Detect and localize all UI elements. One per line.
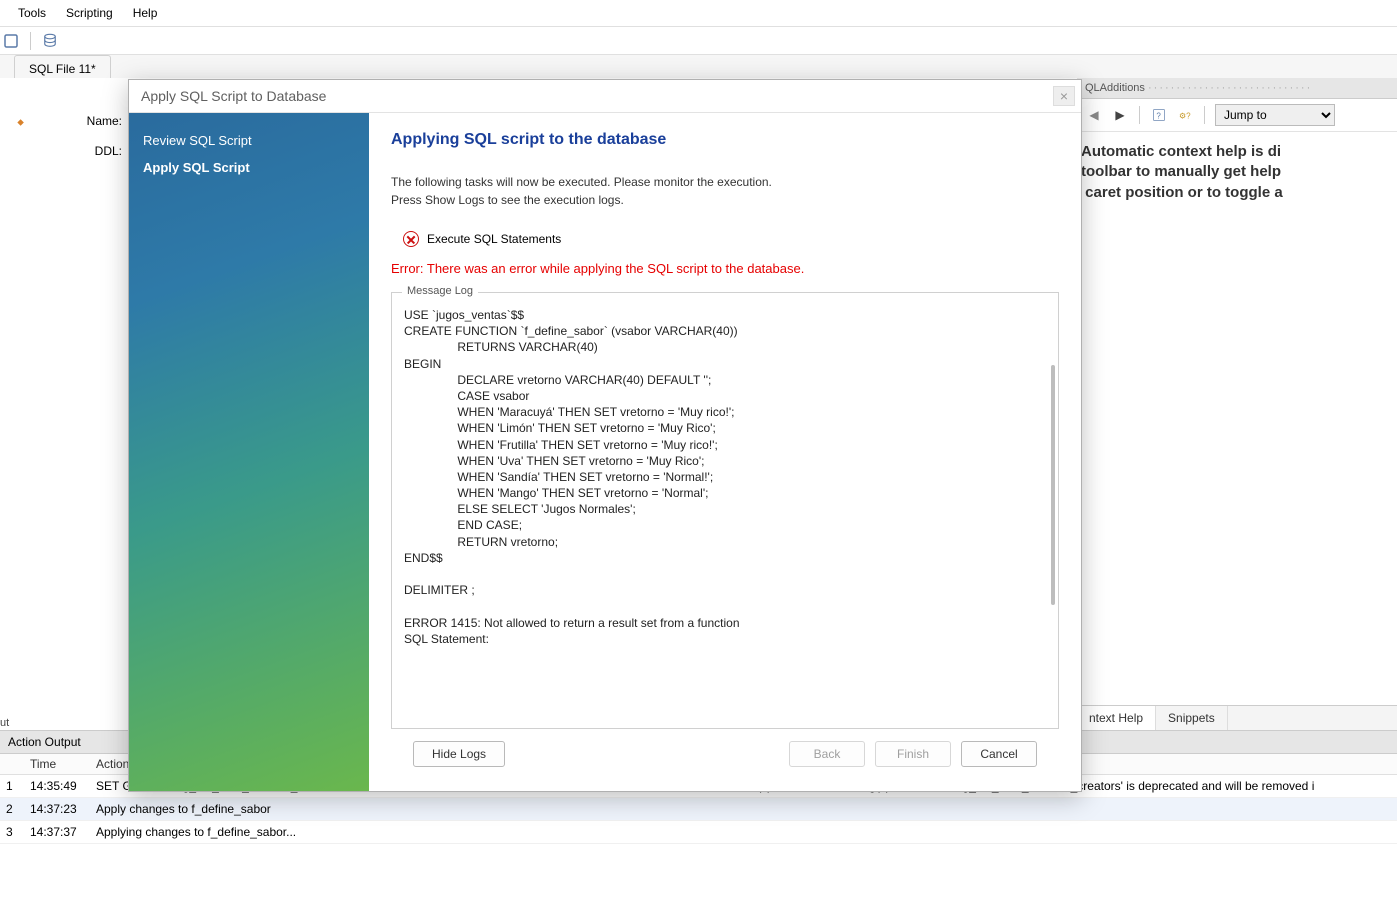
table-row[interactable]: 2 14:37:23 Apply changes to f_define_sab… xyxy=(0,798,1397,821)
dialog-sidebar: Review SQL Script Apply SQL Script xyxy=(129,113,369,791)
apply-sql-dialog: Apply SQL Script to Database × Review SQ… xyxy=(128,79,1082,792)
step-review[interactable]: Review SQL Script xyxy=(143,127,355,154)
dialog-heading: Applying SQL script to the database xyxy=(391,131,1059,149)
step-apply[interactable]: Apply SQL Script xyxy=(143,154,355,181)
nav-fwd-icon[interactable]: ▶ xyxy=(1111,106,1129,124)
col-idx xyxy=(0,754,24,775)
help-icon[interactable]: ? xyxy=(1150,106,1168,124)
svg-text:?: ? xyxy=(1156,111,1161,120)
dialog-main: Applying SQL script to the database The … xyxy=(369,113,1081,791)
execute-statements-row: Execute SQL Statements xyxy=(403,231,1059,247)
tab-context-help[interactable]: ntext Help xyxy=(1077,706,1156,730)
menu-help[interactable]: Help xyxy=(133,6,158,20)
dialog-title: Apply SQL Script to Database × xyxy=(129,80,1081,113)
db-icon[interactable] xyxy=(39,30,61,52)
table-row[interactable]: 3 14:37:37 Applying changes to f_define_… xyxy=(0,821,1397,844)
svg-text:⚙?: ⚙? xyxy=(1179,111,1191,120)
menu-scripting[interactable]: Scripting xyxy=(66,6,113,20)
error-message: Error: There was an error while applying… xyxy=(391,261,1059,276)
right-panel-tabs: ntext Help Snippets xyxy=(1077,705,1397,730)
dialog-footer: Hide Logs Back Finish Cancel xyxy=(391,729,1059,781)
menubar: Tools Scripting Help xyxy=(0,0,1397,27)
message-log-label: Message Log xyxy=(402,285,478,297)
right-panel-toolbar: ◀ ▶ ? ⚙? Jump to xyxy=(1077,99,1397,132)
hide-logs-button[interactable]: Hide Logs xyxy=(413,741,505,767)
message-log-box: Message Log USE `jugos_ventas`$$ CREATE … xyxy=(391,292,1059,729)
right-panel-title: QLAdditions ····························… xyxy=(1077,78,1397,99)
menu-tools[interactable]: Tools xyxy=(18,6,46,20)
col-time: Time xyxy=(24,754,90,775)
message-log-content[interactable]: USE `jugos_ventas`$$ CREATE FUNCTION `f_… xyxy=(392,293,1058,728)
partial-text-ut: ut xyxy=(0,717,9,729)
wrench-icon xyxy=(0,116,26,142)
error-icon xyxy=(403,231,419,247)
right-panel: QLAdditions ····························… xyxy=(1077,78,1397,730)
cancel-button[interactable]: Cancel xyxy=(961,741,1037,767)
label-ddl: DDL: xyxy=(50,144,122,158)
dialog-description: The following tasks will now be executed… xyxy=(391,173,1059,209)
scrollbar-thumb[interactable] xyxy=(1051,365,1055,605)
nav-back-icon[interactable]: ◀ xyxy=(1085,106,1103,124)
auto-help-icon[interactable]: ⚙? xyxy=(1176,106,1194,124)
tab-snippets[interactable]: Snippets xyxy=(1156,706,1228,730)
back-button: Back xyxy=(789,741,865,767)
jump-to-select[interactable]: Jump to xyxy=(1215,104,1335,126)
toolbar-icon-1[interactable] xyxy=(0,30,22,52)
finish-button: Finish xyxy=(875,741,951,767)
execute-statements-label: Execute SQL Statements xyxy=(427,232,561,246)
toolbar xyxy=(0,27,1397,55)
close-icon[interactable]: × xyxy=(1053,86,1075,106)
label-name: Name: xyxy=(50,114,122,128)
context-help-text: Automatic context help is di toolbar to … xyxy=(1077,132,1397,213)
